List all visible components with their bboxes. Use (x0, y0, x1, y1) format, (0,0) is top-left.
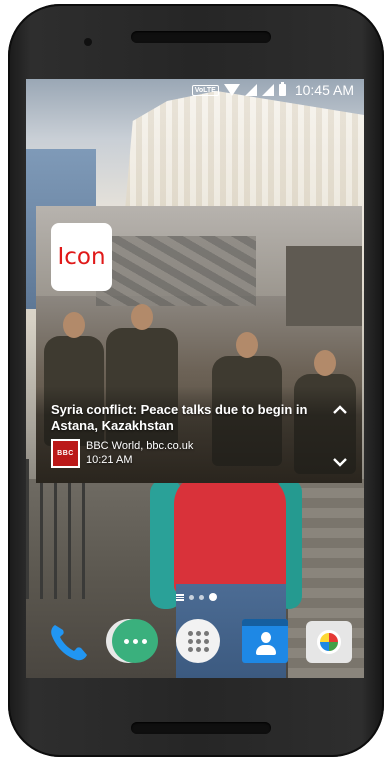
chevron-up-icon[interactable] (332, 402, 348, 418)
app-drawer-icon (176, 619, 220, 663)
dock (26, 617, 364, 667)
messages-icon (112, 619, 158, 663)
front-camera (84, 38, 92, 46)
news-widget[interactable]: Icon Syria conflict: Peace talks due to … (36, 206, 362, 483)
news-time: 10:21 AM (86, 454, 133, 466)
phone-app-button[interactable] (46, 619, 92, 665)
page-indicator[interactable] (176, 593, 217, 601)
signal-icon (244, 84, 257, 96)
contacts-icon (242, 619, 288, 663)
phone-icon (51, 625, 87, 661)
page-dot-active[interactable] (209, 593, 217, 601)
home-screen: VoLTE 10:45 AM Icon Syria conflict: Peac… (26, 79, 364, 678)
status-bar: VoLTE 10:45 AM (26, 79, 364, 101)
battery-icon (278, 82, 286, 96)
feed-page-icon[interactable] (176, 593, 184, 601)
page-dot[interactable] (189, 594, 194, 600)
chevron-down-icon[interactable] (332, 454, 348, 470)
contacts-app-button[interactable] (242, 619, 288, 665)
camera-icon (306, 621, 352, 663)
news-source: BBC World, bbc.co.uk (86, 440, 194, 452)
page-dot[interactable] (199, 594, 204, 600)
bottom-speaker (131, 722, 271, 734)
camera-app-button[interactable] (306, 619, 352, 665)
wifi-icon (223, 84, 240, 96)
wallpaper-person (174, 474, 286, 594)
messages-app-button[interactable] (112, 619, 158, 665)
news-headline[interactable]: Syria conflict: Peace talks due to begin… (51, 402, 309, 434)
app-drawer-button[interactable] (176, 619, 222, 665)
signal-icon-sim2 (261, 84, 274, 96)
widget-icon-placeholder[interactable]: Icon (51, 223, 112, 291)
status-time: 10:45 AM (294, 82, 354, 98)
volte-icon: VoLTE (191, 84, 219, 96)
news-source-row: BBC BBC World, bbc.co.uk 10:21 AM (51, 439, 193, 468)
bbc-logo-icon: BBC (51, 439, 80, 468)
earpiece-speaker (131, 31, 271, 43)
